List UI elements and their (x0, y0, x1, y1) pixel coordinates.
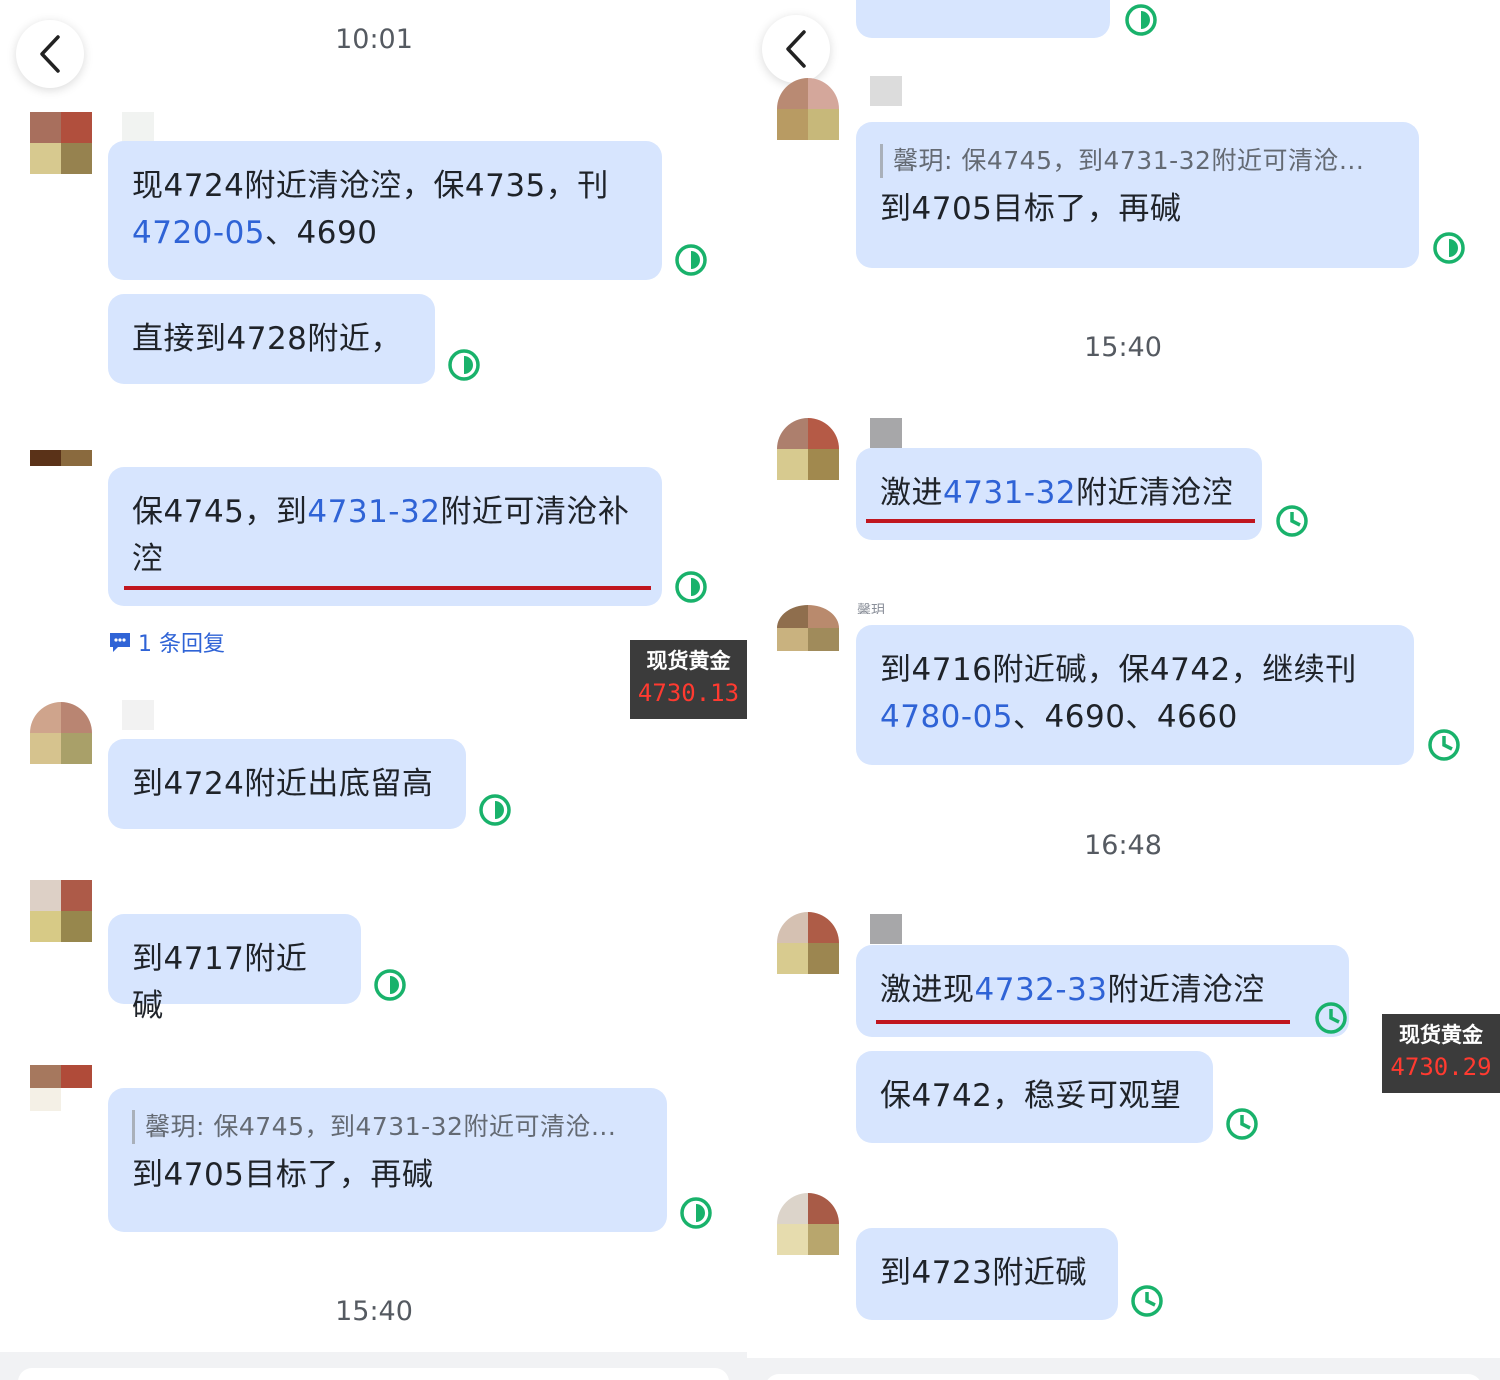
message-text: 附近清沧涳 (1107, 972, 1266, 1008)
sender-name (870, 418, 902, 448)
message-text: 、4690 (265, 215, 378, 251)
message-bubble[interactable]: 到4716附近碱，保4742，继续刊 4780-05、4690、4660 (856, 625, 1414, 765)
message-text: 保4742，稳妥可观望 (880, 1078, 1182, 1114)
highlighted-price: 4731-32 (943, 475, 1077, 511)
message-bubble-partial[interactable] (856, 0, 1110, 38)
gold-price-ticker[interactable]: 现货黄金 4730.29 (1382, 1014, 1500, 1093)
read-status-icon (1125, 4, 1157, 36)
highlighted-price: 4780-05 (880, 699, 1014, 735)
input-bar (747, 1358, 1500, 1380)
read-status-icon (1276, 505, 1308, 537)
back-button[interactable] (16, 20, 84, 88)
message-text: 到4716附近碱，保4742，继续刊 (880, 652, 1357, 688)
avatar[interactable] (30, 112, 92, 174)
message-bubble[interactable]: 到4724附近出底留高 (108, 739, 466, 829)
sender-name (122, 700, 154, 730)
read-status-icon (479, 794, 511, 826)
message-text: 涳 (132, 541, 164, 577)
sender-name (870, 914, 902, 944)
chevron-left-icon (40, 35, 60, 73)
message-bubble[interactable]: 直接到4728附近， (108, 294, 435, 384)
back-button[interactable] (762, 15, 830, 83)
comment-icon (110, 633, 130, 652)
sender-name (870, 76, 902, 106)
highlighted-price: 4732-33 (974, 972, 1108, 1008)
read-status-icon (675, 571, 707, 603)
avatar[interactable] (777, 418, 839, 480)
timestamp: 16:48 (1084, 830, 1162, 861)
read-status-icon (448, 349, 480, 381)
read-status-icon (1433, 232, 1465, 264)
red-underline (876, 1020, 1290, 1024)
message-text: 直接到4728附近， (132, 321, 402, 357)
message-text: 到4705目标了，再碱 (132, 1157, 434, 1193)
timestamp: 15:40 (335, 1296, 413, 1327)
highlighted-price: 4720-05 (132, 215, 266, 251)
timestamp: 10:01 (335, 24, 413, 55)
avatar[interactable] (777, 1193, 839, 1255)
read-status-icon (680, 1197, 712, 1229)
ticker-label: 现货黄金 (646, 649, 731, 673)
red-underline (124, 586, 651, 590)
message-bubble[interactable]: 馨玥: 保4745，到4731-32附近可清沧... 到4705目标了，再碱 (108, 1088, 667, 1232)
ticker-value: 4730.13 (637, 679, 740, 707)
sender-name: 馨玥 (857, 603, 885, 614)
reply-count: 1 条回复 (138, 632, 225, 657)
read-status-icon (1315, 1002, 1347, 1034)
message-text: 附近可清沧补 (440, 494, 630, 530)
message-input[interactable] (765, 1374, 1482, 1380)
reply-link[interactable]: 1 条回复 (108, 626, 225, 658)
quoted-message[interactable]: 馨玥: 保4745，到4731-32附近可清沧... (132, 1110, 643, 1144)
avatar[interactable] (30, 450, 92, 482)
message-bubble[interactable]: 馨玥: 保4745，到4731-32附近可清沧... 到4705目标了，再碱 (856, 122, 1419, 268)
message-text: 保4745，到 (132, 494, 308, 530)
message-text: 到4705目标了，再碱 (880, 191, 1182, 227)
message-text: 激进现 (880, 972, 975, 1008)
message-text: 现4724附近清沧涳，保4735，刊 (132, 168, 609, 204)
message-bubble[interactable]: 到4717附近碱 (108, 914, 361, 1024)
message-text: 激进 (880, 475, 943, 511)
read-status-icon (1131, 1285, 1163, 1317)
avatar[interactable] (777, 605, 839, 651)
timestamp: 15:40 (1084, 332, 1162, 363)
message-bubble[interactable]: 保4742，稳妥可观望 (856, 1051, 1213, 1143)
read-status-icon (1226, 1108, 1258, 1140)
avatar[interactable] (30, 880, 92, 942)
message-bubble[interactable]: 现4724附近清沧涳，保4735，刊 4720-05、4690 (108, 141, 662, 280)
red-underline (866, 519, 1255, 523)
avatar[interactable] (30, 702, 92, 764)
quoted-message[interactable]: 馨玥: 保4745，到4731-32附近可清沧... (880, 144, 1395, 178)
chat-panel-left: 10:01 现4724附近清沧涳，保4735，刊 4720-05、4690 直接… (0, 0, 747, 1380)
message-text: 附近清沧涳 (1076, 475, 1234, 511)
message-bubble[interactable]: 激进4731-32附近清沧涳 (856, 448, 1262, 540)
read-status-icon (675, 244, 707, 276)
avatar[interactable] (777, 78, 839, 140)
message-input[interactable] (18, 1368, 729, 1380)
gold-price-ticker[interactable]: 现货黄金 4730.13 (630, 640, 747, 719)
highlighted-price: 4731-32 (307, 494, 441, 530)
read-status-icon (1428, 729, 1460, 761)
avatar[interactable] (30, 1065, 92, 1111)
ticker-label: 现货黄金 (1399, 1023, 1483, 1047)
chat-panel-right: 馨玥: 保4745，到4731-32附近可清沧... 到4705目标了，再碱 1… (747, 0, 1500, 1380)
message-text: 到4724附近出底留高 (132, 766, 434, 802)
message-text: 到4723附近碱 (880, 1255, 1087, 1291)
input-bar (0, 1352, 747, 1380)
message-bubble[interactable]: 到4723附近碱 (856, 1228, 1118, 1320)
ticker-value: 4730.29 (1390, 1053, 1492, 1081)
chevron-left-icon (786, 30, 806, 68)
message-text: 到4717附近碱 (132, 941, 308, 1024)
avatar[interactable] (777, 912, 839, 974)
read-status-icon (374, 969, 406, 1001)
sender-name (122, 112, 154, 142)
message-text: 、4690、4660 (1013, 699, 1238, 735)
